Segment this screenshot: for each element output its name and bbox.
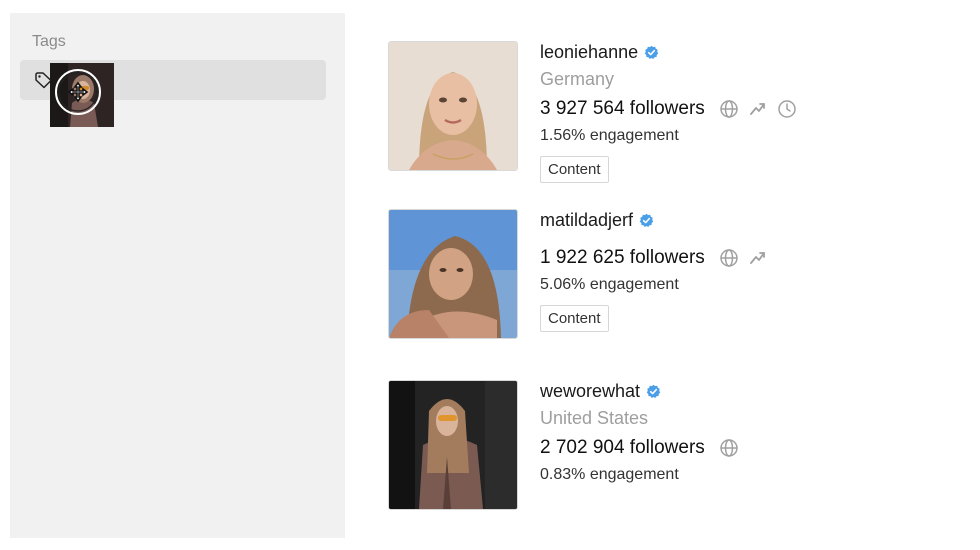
- globe-icon[interactable]: [719, 99, 739, 119]
- username[interactable]: leoniehanne: [540, 42, 638, 63]
- globe-icon[interactable]: [719, 438, 739, 458]
- move-icon: [55, 69, 101, 115]
- country: Germany: [540, 69, 615, 89]
- verified-icon: [646, 384, 661, 399]
- tag-chip[interactable]: Content: [540, 156, 609, 183]
- profile-feed: leoniehanne Germany 3 927 564 followers …: [388, 0, 948, 550]
- profile-photo[interactable]: [388, 209, 518, 339]
- trending-icon[interactable]: [748, 99, 768, 119]
- engagement-rate: 0.83% engagement: [540, 466, 679, 483]
- verified-icon: [639, 213, 654, 228]
- profile-info: leoniehanne Germany 3 927 564 followers …: [540, 41, 940, 183]
- username[interactable]: matildadjerf: [540, 210, 633, 231]
- followers-count: 1 922 625 followers: [540, 247, 705, 268]
- followers-count: 2 702 904 followers: [540, 437, 705, 458]
- globe-icon[interactable]: [719, 248, 739, 268]
- profile-info: weworewhat United States 2 702 904 follo…: [540, 380, 940, 486]
- engagement-rate: 1.56% engagement: [540, 127, 679, 144]
- profile-photo[interactable]: [388, 380, 518, 510]
- trending-icon[interactable]: [748, 248, 768, 268]
- tag-chip[interactable]: Content: [540, 305, 609, 332]
- sidebar-heading: Tags: [32, 33, 66, 50]
- profile-info: matildadjerf 1 922 625 followers 5.06% e…: [540, 209, 940, 332]
- verified-icon: [644, 45, 659, 60]
- engagement-rate: 5.06% engagement: [540, 276, 679, 293]
- followers-count: 3 927 564 followers: [540, 98, 705, 119]
- clock-icon[interactable]: [777, 99, 797, 119]
- country: United States: [540, 408, 649, 428]
- username[interactable]: weworewhat: [540, 381, 640, 402]
- profile-photo[interactable]: [388, 41, 518, 171]
